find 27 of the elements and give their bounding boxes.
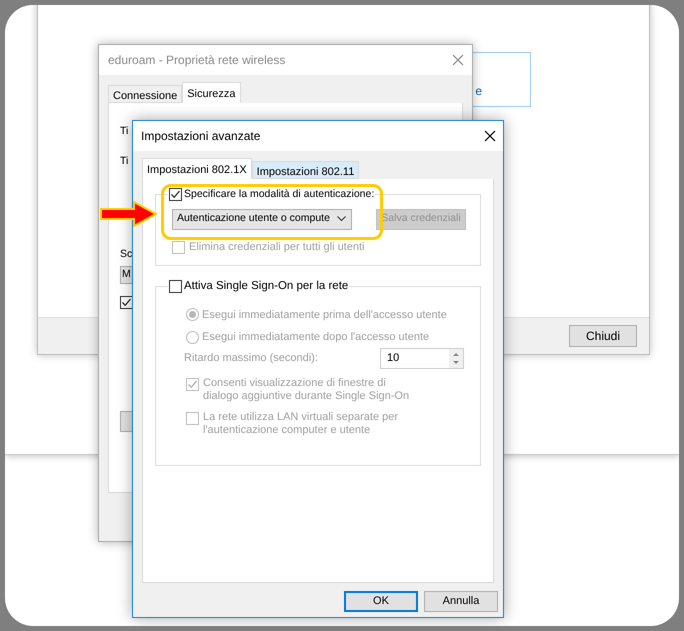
checkbox-label: La rete utilizza LAN virtuali separate per l'autenticazione computer e utente bbox=[203, 410, 400, 436]
dialog-button[interactable]: OK bbox=[344, 591, 418, 612]
close-button[interactable]: Chiudi bbox=[569, 325, 637, 347]
link-fragment[interactable]: e bbox=[475, 82, 482, 100]
close-icon[interactable] bbox=[484, 130, 496, 142]
checkbox-label: Attiva Single Sign-On per la rete bbox=[184, 279, 348, 294]
window-title: eduroam - Proprietà rete wireless bbox=[108, 52, 286, 69]
dialog-button[interactable]: Annulla bbox=[424, 591, 498, 612]
tab[interactable]: Impostazioni 802.1X bbox=[142, 158, 252, 179]
field-label: Ti bbox=[120, 154, 128, 169]
tab[interactable]: Sicurezza bbox=[182, 82, 241, 103]
field-label: Ritardo massimo (secondi): bbox=[184, 350, 318, 366]
chevron-down-icon bbox=[337, 216, 346, 222]
radio-label: Esegui immediatamente prima dell'accesso utente bbox=[202, 308, 447, 322]
checkbox-label: Elimina credenziali per tutti gli utenti bbox=[189, 240, 364, 255]
checkbox[interactable] bbox=[120, 296, 133, 310]
field-label: Sc bbox=[120, 246, 132, 262]
checkbox-label: Specificare la modalità di autenticazione: bbox=[184, 187, 374, 202]
tab[interactable]: Impostazioni 802.11 bbox=[252, 161, 360, 179]
checkbox[interactable] bbox=[169, 188, 182, 202]
radio-label: Esegui immediatamente dopo l'accesso utente bbox=[202, 330, 430, 345]
tab[interactable]: Connessione bbox=[108, 85, 182, 103]
field-label: Ti bbox=[120, 124, 128, 139]
dialog-title: Impostazioni avanzate bbox=[141, 128, 260, 145]
auth-mode-dropdown[interactable]: Autenticazione utente o compute bbox=[172, 208, 352, 230]
checkbox-label: Consenti visualizzazione di finestre di dialogo aggiuntive durante Single Sign-On bbox=[203, 376, 410, 402]
arrow-icon bbox=[100, 201, 158, 227]
